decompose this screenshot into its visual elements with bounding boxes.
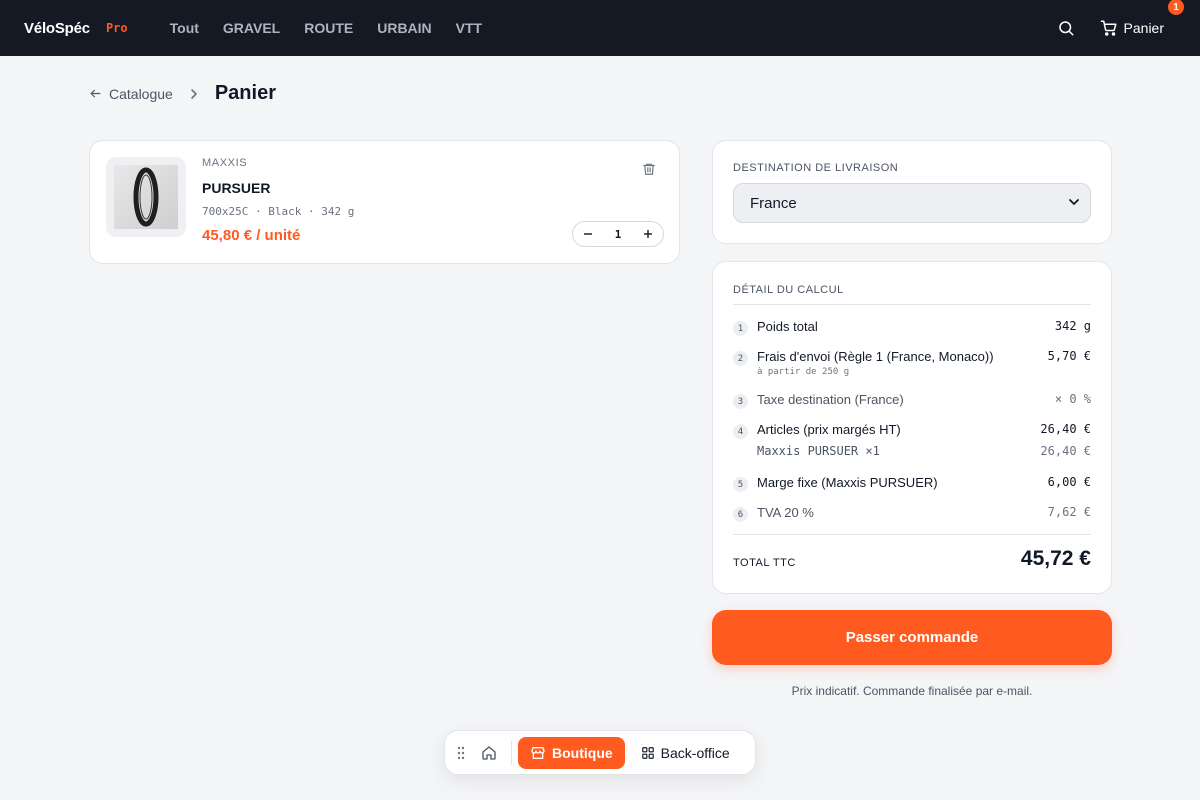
breadcrumb-back-label: Catalogue [109, 85, 173, 102]
nav-item-vtt[interactable]: VTT [456, 20, 482, 36]
row-value: 5,70 € [1047, 349, 1091, 363]
product-unit-price: 45,80 € / unité [202, 227, 301, 244]
boutique-button[interactable]: Boutique [518, 736, 625, 769]
chevron-right-icon [189, 88, 199, 100]
divider [511, 740, 512, 765]
floating-dock: Boutique Back-office [444, 730, 756, 775]
total-value: 45,72 € [1020, 547, 1091, 570]
row-value: 26,40 € [1040, 422, 1091, 436]
step-number: 2 [733, 351, 748, 366]
row-value: × 0 % [1054, 392, 1091, 406]
product-name[interactable]: PURSUER [202, 180, 270, 196]
cart-item-card: MAXXIS PURSUER 700x25C · Black · 342 g 4… [89, 140, 680, 264]
cart-label: Panier [1123, 20, 1164, 36]
step-number: 3 [733, 394, 748, 409]
step-number: 1 [733, 321, 748, 336]
place-order-button[interactable]: Passer commande [712, 610, 1112, 665]
chevron-down-icon [1068, 195, 1080, 212]
grid-icon [641, 746, 654, 759]
row-value: 6,00 € [1047, 475, 1091, 489]
nav-item-tout[interactable]: Tout [170, 20, 199, 36]
home-icon[interactable] [477, 741, 501, 765]
top-navbar: VéloSpéc Pro Tout GRAVEL ROUTE URBAIN VT… [0, 0, 1200, 56]
destination-card: DESTINATION DE LIVRAISON France [712, 140, 1112, 244]
nav-item-urbain[interactable]: URBAIN [377, 20, 431, 36]
nav-item-gravel[interactable]: GRAVEL [223, 20, 280, 36]
row-label: Articles (prix margés HT) [757, 422, 901, 437]
page-title: Panier [214, 82, 276, 104]
increment-button[interactable] [641, 227, 655, 241]
brand-logo[interactable]: VéloSpéc [24, 20, 90, 37]
breadcrumb-catalogue-link[interactable]: Catalogue [89, 86, 173, 102]
trash-icon[interactable] [642, 161, 658, 179]
drag-handle-icon[interactable] [453, 745, 469, 761]
product-specs: 700x25C · Black · 342 g [202, 205, 355, 218]
row-value: 7,62 € [1047, 505, 1091, 519]
row-label: Frais d'envoi (Règle 1 (France, Monaco)) [757, 349, 994, 364]
step-number: 5 [733, 477, 748, 492]
product-brand: MAXXIS [202, 157, 248, 169]
nav-actions: Panier 1 [1056, 0, 1184, 38]
row-label: TVA 20 % [757, 505, 814, 520]
search-icon[interactable] [1056, 18, 1076, 38]
brand-pro-badge: Pro [105, 21, 128, 35]
row-label: Marge fixe (Maxxis PURSUER) [757, 475, 938, 490]
backoffice-button[interactable]: Back-office [625, 737, 740, 769]
store-icon [531, 746, 545, 759]
boutique-label: Boutique [552, 744, 613, 761]
cart-icon [1100, 20, 1117, 36]
destination-label: DESTINATION DE LIVRAISON [733, 162, 899, 174]
decrement-button[interactable] [581, 227, 595, 241]
row-label: Poids total [757, 319, 818, 334]
divider [733, 534, 1091, 535]
breadcrumb: Catalogue Panier [89, 82, 276, 105]
step-number: 4 [733, 424, 748, 439]
tire-image [114, 165, 178, 229]
article-line-value: 26,40 € [1040, 444, 1091, 458]
calculation-label: DÉTAIL DU CALCUL [733, 284, 844, 296]
total-label: TOTAL TTC [733, 557, 796, 569]
divider [733, 304, 1091, 305]
step-number: 6 [733, 507, 748, 522]
order-note: Prix indicatif. Commande finalisée par e… [791, 684, 1033, 698]
row-label: Taxe destination (France) [757, 392, 904, 407]
row-value: 342 g [1054, 319, 1091, 333]
destination-selected: France [750, 194, 797, 212]
quantity-value[interactable]: 1 [615, 228, 622, 241]
arrow-left-icon [90, 89, 101, 98]
category-nav: Tout GRAVEL ROUTE URBAIN VTT [170, 20, 507, 36]
cart-button[interactable]: Panier 1 [1100, 0, 1184, 37]
cart-count-badge: 1 [1168, 0, 1184, 15]
row-sub-label: à partir de 250 g [757, 367, 850, 377]
article-line: Maxxis PURSUER ×1 26,40 € [757, 444, 1091, 458]
calculation-card: DÉTAIL DU CALCUL 1 Poids total 342 g 2 F… [712, 261, 1112, 594]
nav-item-route[interactable]: ROUTE [304, 20, 353, 36]
backoffice-label: Back-office [660, 744, 730, 761]
quantity-stepper: 1 [572, 221, 664, 247]
product-thumbnail[interactable] [106, 157, 186, 237]
article-line-label: Maxxis PURSUER ×1 [757, 444, 880, 458]
destination-select[interactable]: France [733, 183, 1091, 223]
